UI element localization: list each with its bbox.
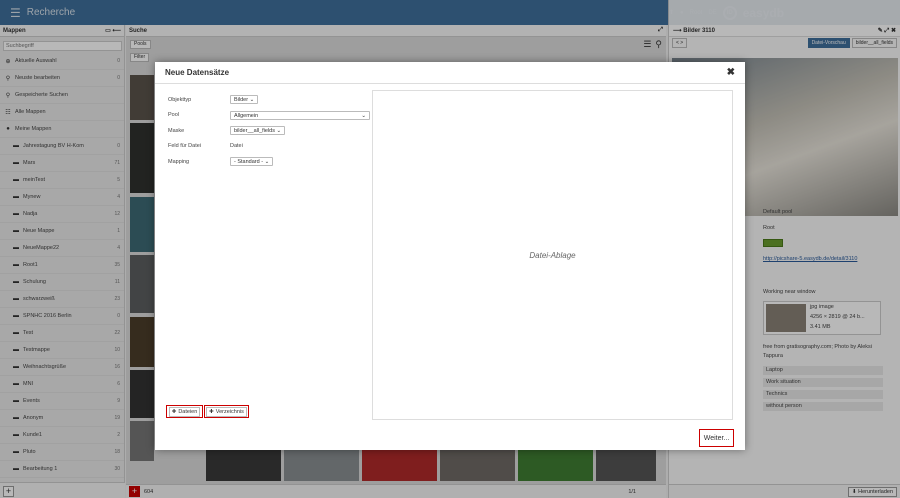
- file-drop-zone[interactable]: Datei-Ablage: [372, 90, 733, 420]
- maske-select[interactable]: bilder__all_fields ⌄: [230, 126, 286, 136]
- objekttyp-row: Objekttyp Bilder ⌄: [168, 92, 373, 108]
- new-records-dialog: Neue Datensätze ✖ Objekttyp Bilder ⌄ Poo…: [155, 62, 745, 450]
- feld-value: Datei: [230, 143, 243, 150]
- pool-label: Pool: [168, 112, 180, 119]
- objekttyp-select[interactable]: Bilder ⌄: [230, 95, 259, 105]
- dialog-header: Neue Datensätze ✖: [155, 62, 745, 84]
- mapping-value: - Standard -: [234, 159, 264, 166]
- add-files-button[interactable]: ✚ Dateien: [166, 405, 203, 418]
- pool-value: Allgemein: [234, 112, 259, 119]
- dialog-form: Objekttyp Bilder ⌄ Pool Allgemein ⌄ Maske…: [168, 92, 373, 170]
- chevron-down-icon: ⌄: [361, 112, 366, 119]
- pool-row: Pool Allgemein ⌄: [168, 108, 373, 124]
- maske-value: bilder__all_fields: [234, 128, 275, 135]
- feld-label: Feld für Datei: [168, 143, 202, 150]
- maske-row: Maske bilder__all_fields ⌄: [168, 123, 373, 139]
- chevron-down-icon: ⌄: [264, 159, 270, 166]
- close-icon[interactable]: ✖: [727, 67, 735, 78]
- objekttyp-label: Objekttyp: [168, 96, 192, 103]
- continue-button[interactable]: Weiter...: [699, 429, 734, 447]
- add-files-label: Dateien: [178, 408, 198, 415]
- plus-icon: ✚: [209, 408, 214, 415]
- chevron-down-icon: ⌄: [249, 97, 255, 104]
- objekttyp-value: Bilder: [234, 97, 249, 104]
- pool-select[interactable]: Allgemein ⌄: [230, 110, 370, 120]
- chevron-down-icon: ⌄: [276, 128, 282, 135]
- mapping-label: Mapping: [168, 158, 190, 165]
- add-directory-label: Verzeichnis: [215, 408, 244, 415]
- feld-row: Feld für Datei Datei: [168, 139, 373, 155]
- maske-label: Maske: [168, 127, 185, 134]
- mapping-select[interactable]: - Standard - ⌄: [230, 157, 274, 167]
- add-directory-button[interactable]: ✚ Verzeichnis: [204, 405, 249, 418]
- mapping-row: Mapping - Standard - ⌄: [168, 154, 373, 170]
- drop-zone-label: Datei-Ablage: [529, 250, 576, 260]
- dialog-title: Neue Datensätze: [165, 68, 230, 77]
- plus-icon: ✚: [171, 408, 177, 415]
